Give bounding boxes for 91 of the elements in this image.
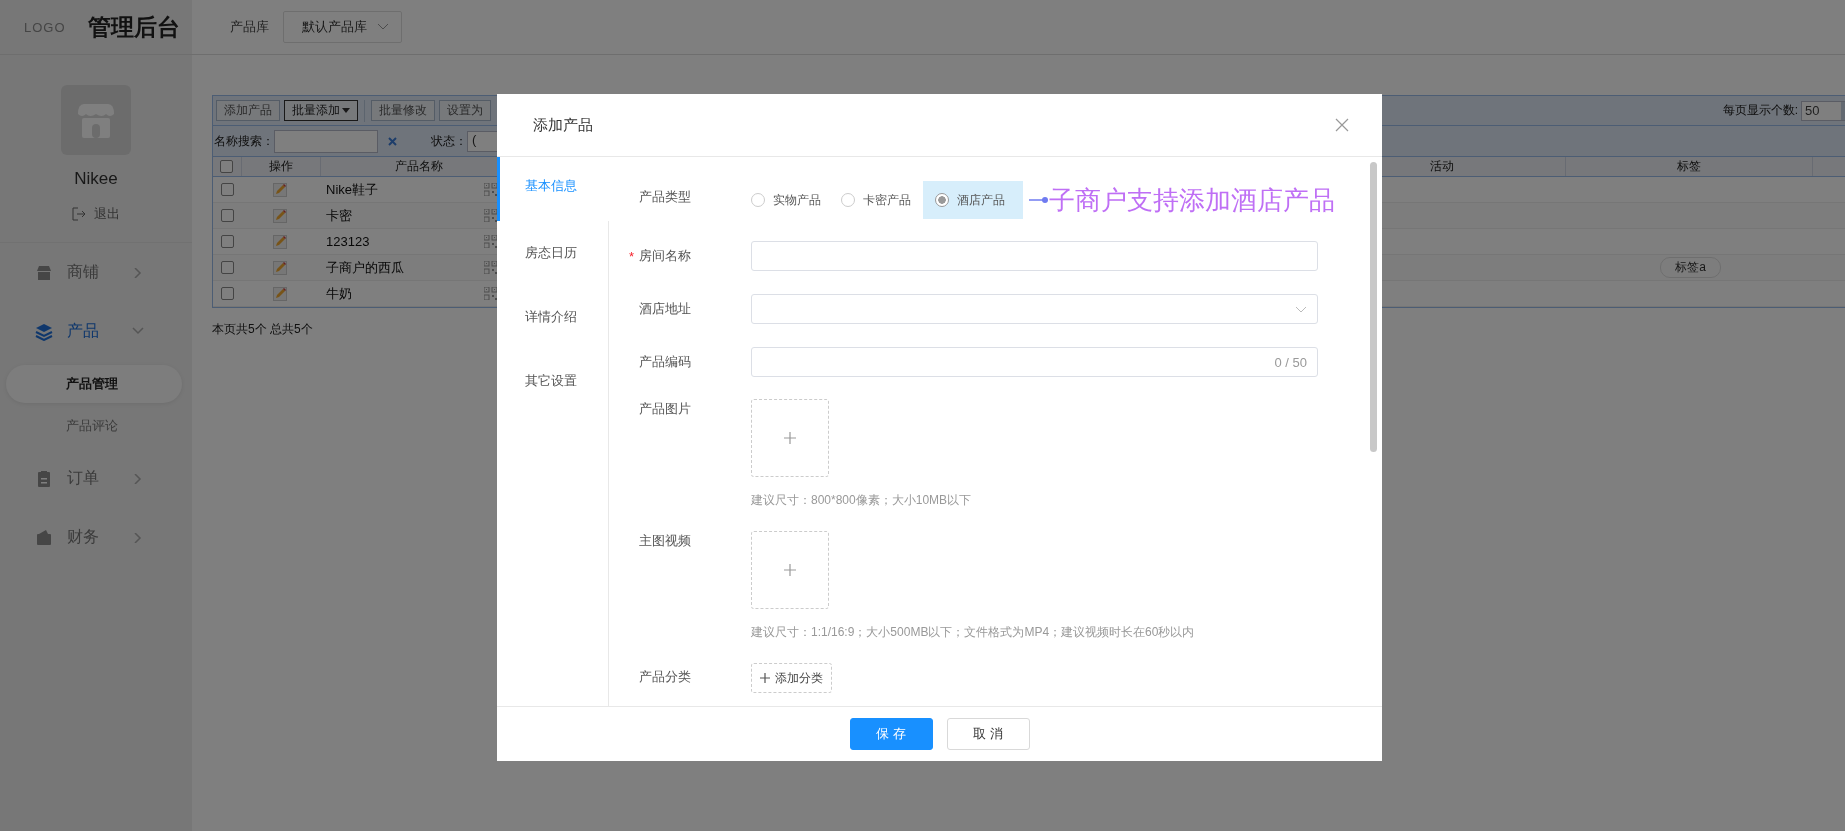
- radio-option[interactable]: 实物产品: [751, 181, 829, 219]
- qr-code-icon[interactable]: [484, 183, 497, 196]
- qr-code-icon[interactable]: [484, 261, 497, 274]
- side-tab[interactable]: 详情介绍: [497, 285, 609, 349]
- required-mark: *: [629, 248, 635, 264]
- save-button[interactable]: 保 存: [849, 718, 933, 750]
- menu-item[interactable]: 商铺: [0, 243, 192, 302]
- row-checkbox[interactable]: [220, 209, 234, 222]
- add-category-button[interactable]: 添加分类: [751, 663, 832, 693]
- field-label: 房间名称: [639, 247, 691, 265]
- submenu-item[interactable]: 产品管理: [6, 365, 182, 403]
- chevron-down-icon: [377, 23, 389, 31]
- character-counter: 0 / 50: [1274, 354, 1307, 370]
- select-field[interactable]: [751, 294, 1318, 324]
- library-select[interactable]: 默认产品库: [283, 11, 402, 43]
- upload-box[interactable]: [751, 531, 829, 609]
- row-checkbox[interactable]: [220, 261, 234, 274]
- row-checkbox[interactable]: [220, 235, 234, 248]
- pencil-icon[interactable]: [273, 234, 287, 249]
- tag-chip: 标签a: [1660, 257, 1721, 278]
- column-header: 标签: [1566, 157, 1814, 176]
- radio-button[interactable]: [751, 193, 765, 207]
- table-cell: 子商户的西瓜: [326, 258, 404, 277]
- side-tab[interactable]: 其它设置: [497, 349, 609, 413]
- radio-button[interactable]: [935, 193, 949, 207]
- app-title: 管理后台: [87, 12, 180, 42]
- text-field[interactable]: [751, 241, 1318, 271]
- hint-text: 建议尺寸：1:1/16:9；大小500MB以下；文件格式为MP4；建议视频时长在60秒以内: [751, 624, 1195, 641]
- chevron-down-icon: [1295, 305, 1307, 313]
- qr-code-icon[interactable]: [484, 235, 497, 248]
- pencil-icon[interactable]: [273, 286, 287, 301]
- radio-option[interactable]: 酒店产品: [923, 181, 1023, 219]
- plus-icon: [760, 673, 770, 683]
- leader-line: [1029, 196, 1049, 204]
- dialog-title: 添加产品: [533, 115, 593, 135]
- qr-code-icon[interactable]: [484, 209, 497, 222]
- column-header: 操作: [241, 157, 321, 176]
- submenu-item[interactable]: 产品评论: [6, 407, 182, 445]
- menu-item[interactable]: 订单: [0, 449, 192, 508]
- page-summary: 本页共5个 总共5个: [212, 321, 314, 338]
- caret-icon: [342, 108, 350, 113]
- library-label: 产品库: [230, 18, 269, 36]
- toolbar-button[interactable]: 批量修改: [371, 100, 435, 121]
- plus-icon: [784, 564, 796, 576]
- layers-icon: [35, 322, 53, 341]
- menu-item[interactable]: 产品: [0, 302, 192, 361]
- page-size-select[interactable]: 50: [1801, 100, 1845, 121]
- page-size-label: 每页显示个数:: [1722, 102, 1798, 119]
- qr-code-icon[interactable]: [484, 287, 497, 300]
- filter-label: 状态：: [431, 132, 467, 150]
- field-label: 产品图片: [639, 400, 691, 418]
- radio-button[interactable]: [841, 193, 855, 207]
- pencil-icon[interactable]: [273, 208, 287, 223]
- table-cell: 123123: [326, 234, 370, 249]
- field-label: 产品分类: [639, 668, 691, 686]
- table-cell: 卡密: [326, 206, 352, 225]
- logout-icon: [72, 207, 86, 221]
- upload-box[interactable]: [751, 399, 829, 477]
- side-tab[interactable]: 基本信息: [497, 157, 609, 221]
- scrollbar[interactable]: [1370, 162, 1377, 452]
- row-checkbox[interactable]: [220, 287, 234, 300]
- search-field[interactable]: [274, 129, 378, 153]
- table-cell: Nike鞋子: [326, 180, 378, 199]
- filter-label: 名称搜索：: [214, 132, 274, 150]
- clipboard-icon: [35, 469, 53, 488]
- clear-icon[interactable]: [388, 136, 397, 146]
- hint-text: 建议尺寸：800*800像素；大小10MB以下: [751, 492, 972, 509]
- close-icon[interactable]: [1335, 118, 1349, 132]
- field-label: 主图视频: [639, 532, 691, 550]
- side-tab[interactable]: 房态日历: [497, 221, 609, 285]
- shop-icon: [35, 263, 53, 282]
- shop-name: Nikee: [74, 169, 118, 189]
- radio-option[interactable]: 卡密产品: [833, 181, 919, 219]
- toolbar-button[interactable]: 添加产品: [216, 100, 280, 121]
- table-cell: 牛奶: [326, 284, 352, 303]
- select-all-checkbox[interactable]: [220, 160, 234, 173]
- menu-item[interactable]: 财务: [0, 508, 192, 567]
- annotation-text: 子商户支持添加酒店产品: [1049, 183, 1335, 217]
- cancel-button[interactable]: 取 消: [946, 718, 1030, 750]
- pencil-icon[interactable]: [273, 182, 287, 197]
- field-label: 产品编码: [639, 353, 691, 371]
- toolbar-button[interactable]: 设置为: [439, 100, 491, 121]
- logout-link[interactable]: 退出: [72, 205, 120, 223]
- field-label: 酒店地址: [639, 300, 691, 318]
- pencil-icon[interactable]: [273, 260, 287, 275]
- dropdown-button[interactable]: 批量添加: [284, 100, 358, 121]
- plus-icon: [784, 432, 796, 444]
- row-checkbox[interactable]: [220, 183, 234, 196]
- text-field[interactable]: 0 / 50: [751, 347, 1318, 377]
- field-label: 产品类型: [639, 188, 691, 206]
- wallet-icon: [35, 528, 53, 547]
